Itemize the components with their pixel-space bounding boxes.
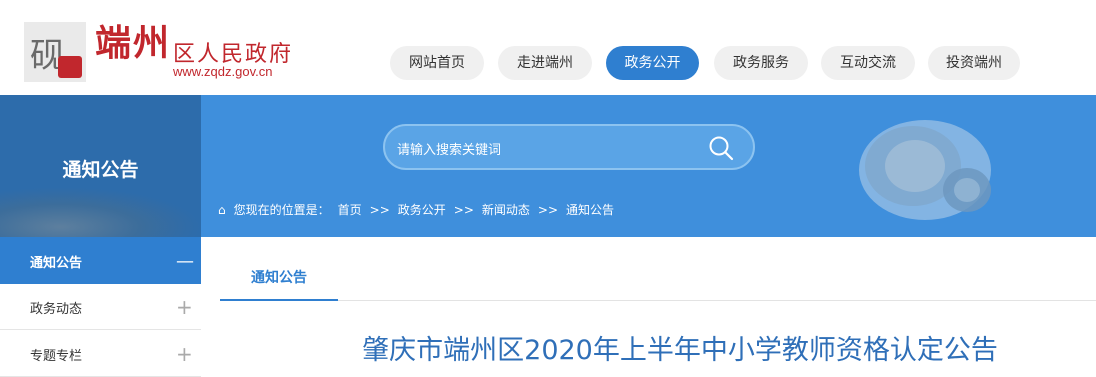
sidebar-item-label: 通知公告 — [30, 256, 83, 271]
breadcrumb-sep: >> — [453, 203, 474, 217]
sidebar-item-gov-news[interactable]: 政务动态 + — [0, 284, 201, 330]
breadcrumb: ⌂ 您现在的位置是： 首页 >> 政务公开 >> 新闻动态 >> 通知公告 — [218, 201, 622, 218]
section-title: 通知公告 — [62, 159, 139, 181]
stamp-icon — [58, 56, 82, 78]
nav-item-about[interactable]: 走进端州 — [498, 46, 592, 80]
nav-item-home[interactable]: 网站首页 — [390, 46, 484, 80]
sidebar-item-label: 政务动态 — [30, 302, 83, 317]
breadcrumb-home[interactable]: 首页 — [338, 203, 362, 217]
logo-seal: 砚 — [24, 22, 86, 82]
search-input[interactable]: 请输入搜索关键词 — [397, 139, 501, 158]
collapse-icon[interactable]: — — [176, 251, 194, 272]
home-icon: ⌂ — [218, 203, 226, 217]
site-url: www.zqdz.gov.cn — [173, 64, 273, 79]
breadcrumb-gov-affairs[interactable]: 政务公开 — [398, 203, 446, 217]
expand-icon[interactable]: + — [176, 342, 193, 366]
article-title[interactable]: 肇庆市端州区2020年上半年中小学教师资格认定公告 — [220, 328, 1096, 367]
banner-decoration — [0, 187, 201, 237]
breadcrumb-sep: >> — [537, 203, 559, 217]
sidebar-item-notices[interactable]: 通知公告 — — [0, 237, 201, 284]
inkstone-illustration — [859, 120, 991, 220]
site-logo[interactable]: 砚 — [24, 22, 86, 82]
site-header: 砚 端州 区人民政府 www.zqdz.gov.cn 网站首页 走进端州 政务公… — [0, 0, 1096, 95]
breadcrumb-prefix: 您现在的位置是： — [233, 203, 330, 217]
breadcrumb-current[interactable]: 通知公告 — [566, 203, 614, 217]
search-box[interactable]: 请输入搜索关键词 — [383, 124, 755, 170]
site-name: 端州 区人民政府 www.zqdz.gov.cn — [95, 14, 325, 79]
breadcrumb-news[interactable]: 新闻动态 — [482, 203, 530, 217]
nav-item-gov-affairs[interactable]: 政务公开 — [606, 46, 699, 80]
nav-item-investment[interactable]: 投资端州 — [928, 46, 1020, 80]
expand-icon[interactable]: + — [176, 295, 193, 319]
calligraphy-title: 端州 — [95, 22, 172, 64]
tab-notices[interactable]: 通知公告 — [220, 267, 338, 301]
sidebar-item-label: 专题专栏 — [30, 349, 83, 364]
nav-item-interaction[interactable]: 互动交流 — [821, 46, 915, 80]
nav-item-services[interactable]: 政务服务 — [714, 46, 808, 80]
search-icon[interactable] — [708, 135, 734, 161]
breadcrumb-sep: >> — [369, 203, 390, 217]
section-banner: 通知公告 — [0, 95, 201, 237]
sidebar-item-topics[interactable]: 专题专栏 + — [0, 331, 201, 377]
content-tabbar: 通知公告 — [220, 237, 1096, 301]
